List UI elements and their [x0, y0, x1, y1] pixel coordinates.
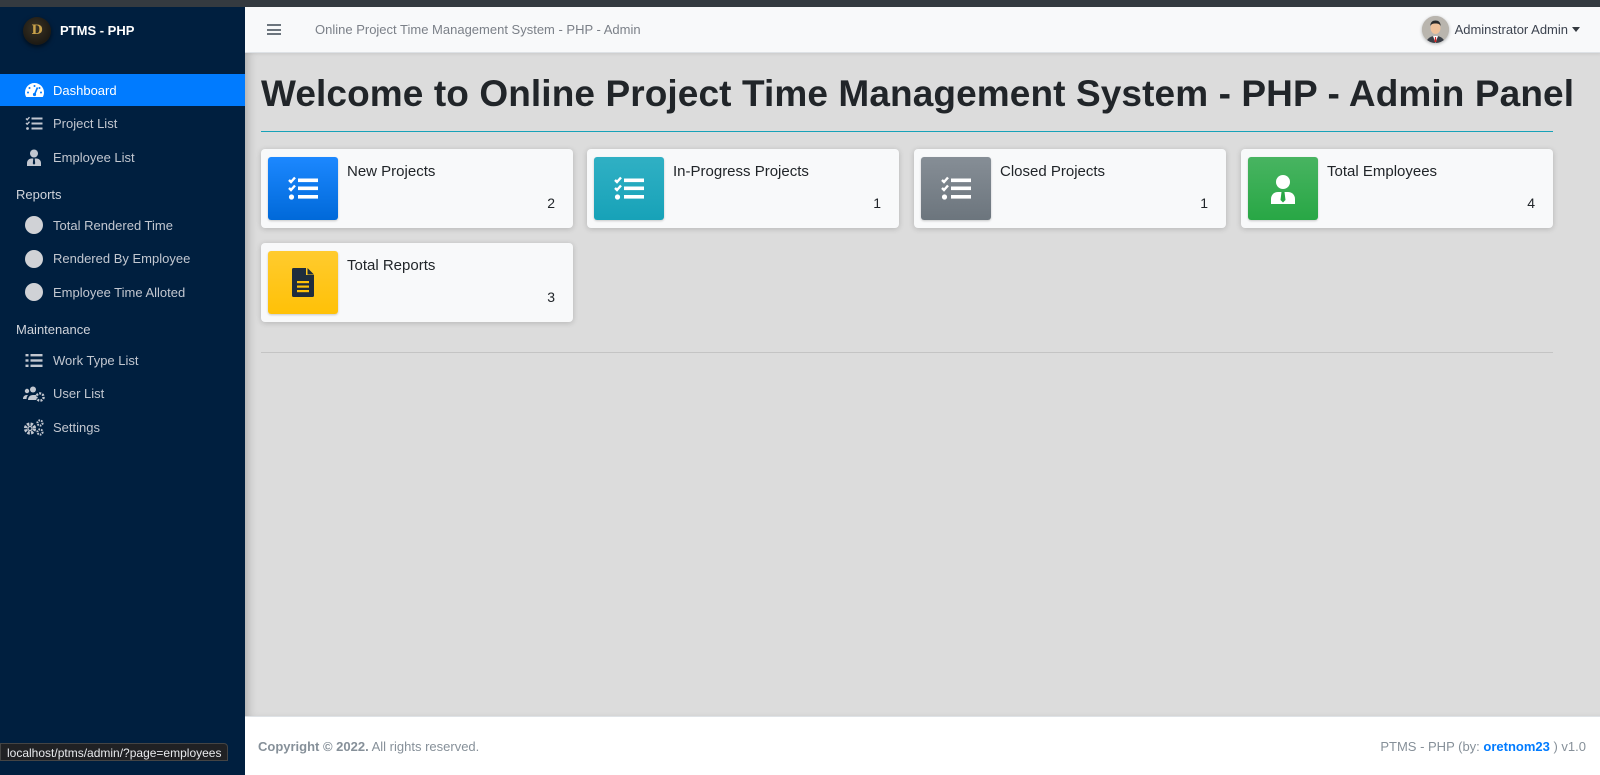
copyright-text: All rights reserved. — [368, 738, 480, 754]
main-content: Welcome to Online Project Time Managemen… — [245, 53, 1600, 716]
footer-credit: PTMS - PHP (by: oretnom23 ) v1.0 — [1380, 739, 1586, 754]
info-box-total-reports[interactable]: Total Reports 3 — [261, 243, 573, 322]
sidebar-item-user-list[interactable]: User List — [0, 378, 245, 410]
content-divider — [261, 352, 1553, 353]
sidebar-item-work-type-list[interactable]: Work Type List — [0, 344, 245, 376]
sidebar-item-dashboard[interactable]: Dashboard — [0, 74, 245, 106]
title-divider — [261, 131, 1553, 132]
info-box-total-employees[interactable]: Total Employees 4 — [1241, 149, 1553, 228]
file-alt-icon — [268, 251, 338, 314]
page-title: Welcome to Online Project Time Managemen… — [261, 73, 1575, 114]
info-box-label: In-Progress Projects — [673, 163, 809, 180]
author-link[interactable]: oretnom23 — [1483, 739, 1549, 754]
footer: Copyright © 2022. All rights reserved. P… — [245, 716, 1600, 775]
cogs-icon — [23, 418, 45, 436]
sidebar-item-label: Employee Time Alloted — [53, 284, 186, 300]
sidebar-item-employee-list[interactable]: Employee List — [0, 141, 245, 173]
tasks-list-icon — [23, 115, 45, 133]
sidebar-item-label: User List — [53, 386, 105, 401]
users-cog-icon — [23, 385, 45, 403]
tasks-icon — [594, 157, 664, 220]
copyright-year: Copyright © 2022. — [258, 738, 369, 754]
sidebar-item-label: Project List — [53, 116, 118, 131]
brand-name: PTMS - PHP — [60, 23, 135, 38]
top-navbar: Online Project Time Management System - … — [245, 7, 1600, 53]
user-name: Adminstrator Admin — [1454, 22, 1568, 37]
sidebar-nav: Dashboard Project List Employee List Rep… — [0, 74, 245, 443]
hamburger-menu-icon[interactable] — [267, 22, 281, 38]
tasks-icon — [268, 157, 338, 220]
circle-icon — [23, 249, 45, 268]
info-box-closed-projects[interactable]: Closed Projects 1 — [914, 149, 1226, 228]
sidebar-item-total-rendered-time[interactable]: Total Rendered Time — [0, 209, 245, 241]
sidebar-item-label: Total Rendered Time — [53, 217, 173, 233]
sidebar-item-project-list[interactable]: Project List — [0, 108, 245, 140]
sidebar: D PTMS - PHP Dashboard Project List Empl… — [0, 7, 245, 775]
sidebar-item-label: Employee List — [53, 149, 135, 165]
info-box-in-progress-projects[interactable]: In-Progress Projects 1 — [587, 149, 899, 228]
info-box-value: 4 — [1527, 195, 1535, 211]
info-box-label: Total Reports — [347, 257, 436, 274]
circle-icon — [23, 283, 45, 301]
sidebar-item-rendered-by-employee[interactable]: Rendered By Employee — [0, 243, 245, 275]
sidebar-item-settings[interactable]: Settings — [0, 411, 245, 443]
brand-link[interactable]: D PTMS - PHP — [0, 7, 245, 54]
browser-status-url: localhost/ptms/admin/?page=employees — [0, 743, 229, 761]
sidebar-item-label: Rendered By Employee — [53, 251, 191, 266]
info-box-value: 1 — [873, 195, 881, 211]
sidebar-item-label: Work Type List — [53, 352, 139, 368]
info-box-value: 2 — [547, 195, 555, 211]
user-menu-dropdown[interactable]: Adminstrator Admin — [1421, 16, 1580, 43]
info-box-label: New Projects — [347, 163, 436, 180]
footer-copyright: Copyright © 2022. All rights reserved. — [258, 739, 479, 754]
tachometer-icon — [23, 81, 45, 99]
user-tie-icon — [1248, 157, 1318, 220]
sidebar-item-employee-time-alloted[interactable]: Employee Time Alloted — [0, 276, 245, 308]
avatar — [1421, 16, 1449, 43]
caret-down-icon — [1572, 27, 1580, 32]
credit-prefix: PTMS - PHP (by: — [1380, 738, 1484, 754]
user-tie-icon — [23, 148, 45, 166]
sidebar-header-maintenance: Maintenance — [16, 321, 91, 337]
circle-icon — [23, 216, 45, 234]
brand-logo: D — [23, 16, 51, 45]
info-box-value: 1 — [1200, 195, 1208, 211]
browser-top-strip — [0, 0, 1600, 7]
sidebar-item-label: Settings — [53, 419, 100, 435]
credit-suffix: ) v1.0 — [1549, 738, 1586, 754]
sidebar-header-reports: Reports — [16, 186, 62, 202]
info-box-label: Closed Projects — [1000, 163, 1106, 180]
info-box-value: 3 — [547, 289, 555, 305]
tasks-icon — [921, 157, 991, 220]
info-box-new-projects[interactable]: New Projects 2 — [261, 149, 573, 228]
info-box-label: Total Employees — [1327, 163, 1438, 180]
sidebar-item-label: Dashboard — [53, 82, 117, 98]
navbar-title: Online Project Time Management System - … — [315, 22, 641, 37]
list-icon — [23, 351, 45, 369]
